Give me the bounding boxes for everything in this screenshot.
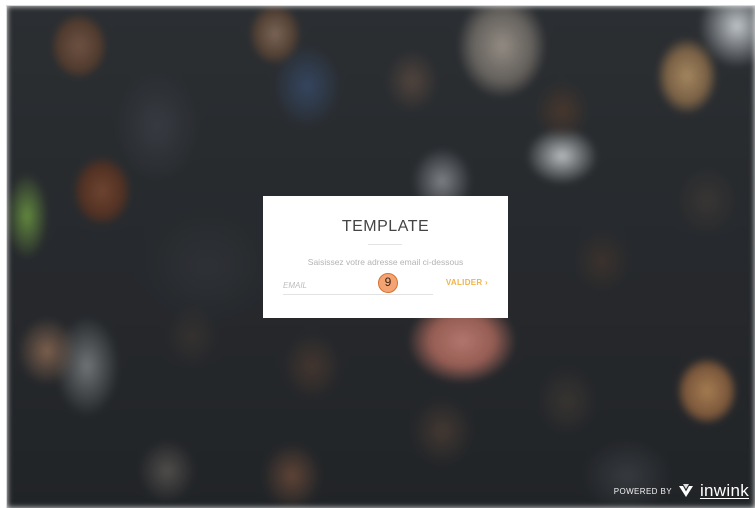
login-card: TEMPLATE Saisissez votre adresse email c… bbox=[263, 196, 508, 318]
powered-by-label: POWERED BY bbox=[613, 486, 672, 496]
instruction-text: Saisissez votre adresse email ci-dessous bbox=[307, 257, 464, 267]
page-frame: TEMPLATE Saisissez votre adresse email c… bbox=[6, 5, 755, 508]
validate-button[interactable]: VALIDER › bbox=[446, 278, 488, 287]
validate-button-label: VALIDER bbox=[445, 278, 483, 287]
email-form: 9 VALIDER › bbox=[283, 273, 488, 296]
page-title: TEMPLATE bbox=[341, 218, 430, 235]
step-number-badge: 9 bbox=[378, 273, 398, 293]
title-divider bbox=[368, 244, 402, 245]
arrow-right-icon: › bbox=[485, 278, 488, 287]
email-field[interactable] bbox=[283, 276, 433, 295]
brand-name: inwink bbox=[699, 481, 749, 500]
inwink-logo-icon bbox=[678, 484, 693, 497]
powered-by-footer[interactable]: POWERED BY inwink bbox=[614, 480, 749, 502]
